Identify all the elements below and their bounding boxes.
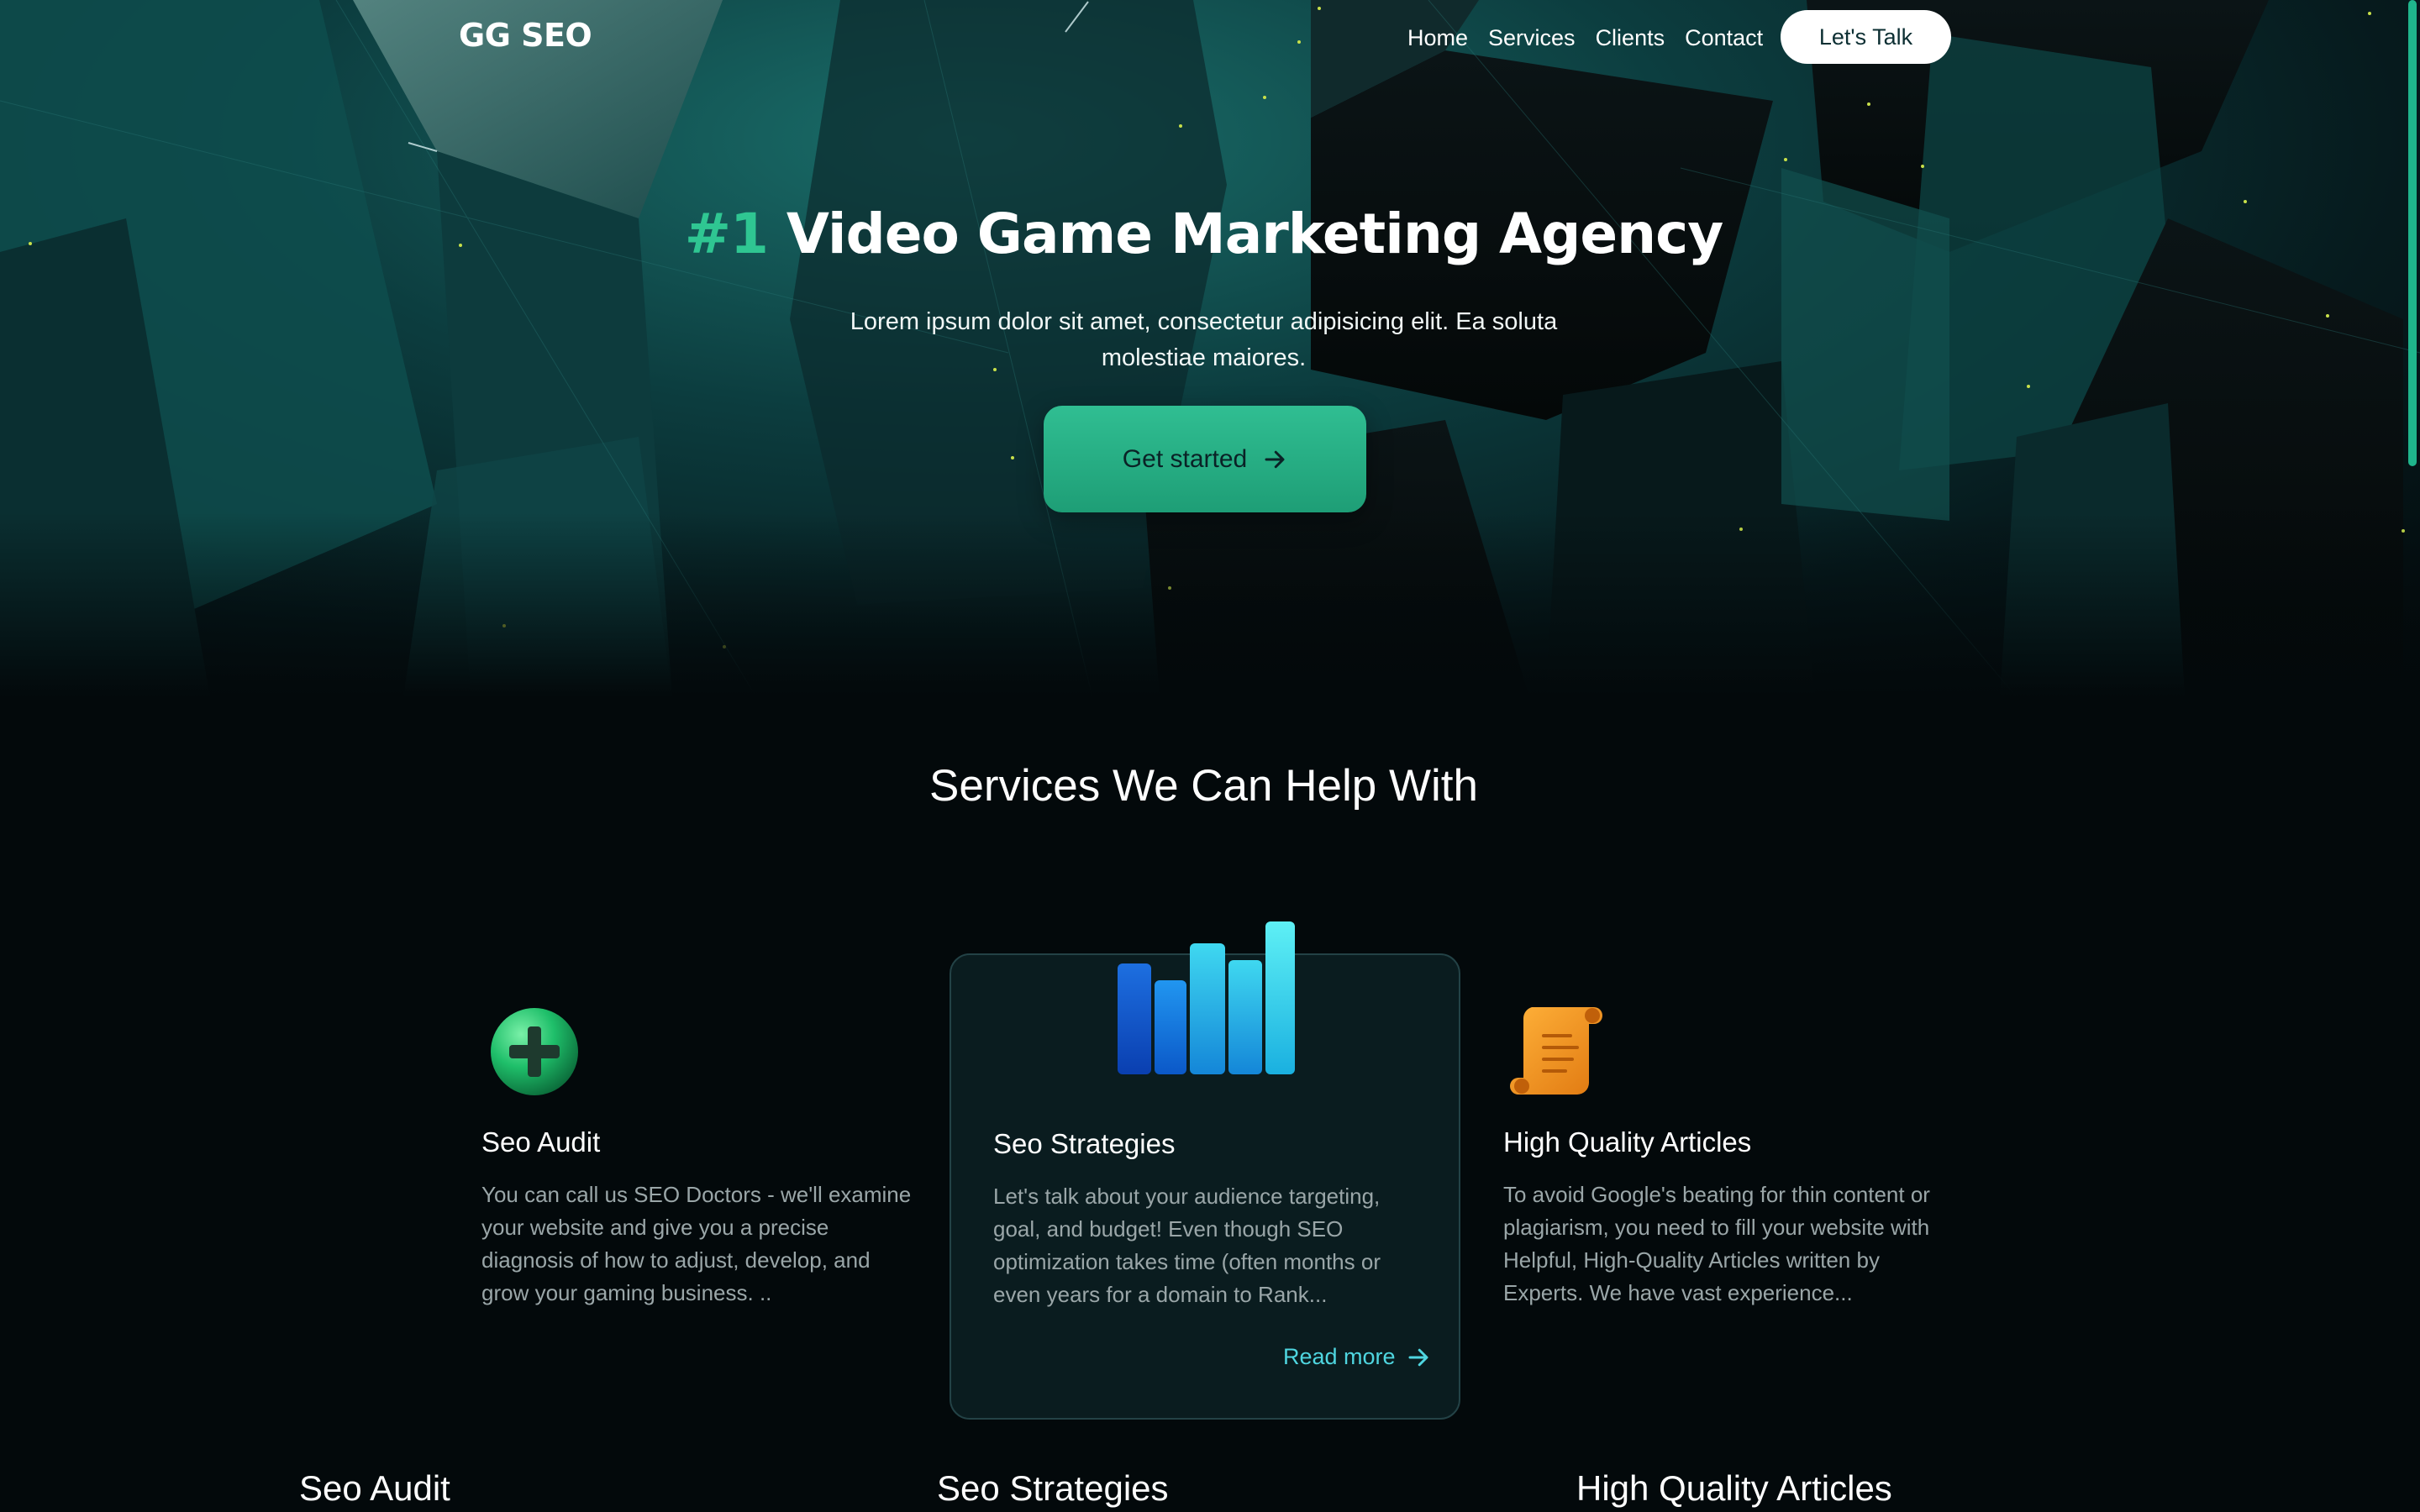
hero-section: GG SEO Home Services Clients Contact Let… xyxy=(0,0,2420,697)
service-title: High Quality Articles xyxy=(1503,1126,1752,1158)
hero-subtitle: Lorem ipsum dolor sit amet, consectetur … xyxy=(850,308,1558,371)
page-scrollbar[interactable] xyxy=(2408,0,2417,466)
section-heading-seo-audit: Seo Audit xyxy=(299,1468,450,1508)
services-section-title: Services We Can Help With xyxy=(929,761,1478,811)
nav-link-services[interactable]: Services xyxy=(1488,25,1576,51)
headline-text: Video Game Marketing Agency xyxy=(767,202,1723,266)
service-description: To avoid Google's beating for thin conte… xyxy=(1503,1182,1930,1305)
service-title: Seo Strategies xyxy=(993,1128,1176,1159)
get-started-label: Get started xyxy=(1122,444,1248,473)
section-heading-seo-strategies: Seo Strategies xyxy=(937,1468,1169,1508)
headline-accent: #1 xyxy=(684,202,769,266)
section-heading-high-quality-articles: High Quality Articles xyxy=(1576,1468,1892,1508)
service-title: Seo Audit xyxy=(481,1126,601,1158)
service-description: You can call us SEO Doctors - we'll exam… xyxy=(481,1182,912,1305)
arrow-right-icon xyxy=(1408,1348,1428,1366)
site-logo[interactable]: GG SEO xyxy=(459,17,592,54)
service-card-high-quality-articles[interactable]: High Quality Articles To avoid Google's … xyxy=(1503,953,1957,1420)
service-card-seo-audit[interactable]: Seo Audit You can call us SEO Doctors - … xyxy=(481,953,935,1420)
nav-link-home[interactable]: Home xyxy=(1407,25,1468,51)
hero-fade-overlay xyxy=(0,512,2420,697)
service-description: Let's talk about your audience targeting… xyxy=(993,1184,1381,1307)
plus-circle-icon xyxy=(491,1008,578,1095)
scroll-icon xyxy=(1510,1007,1602,1095)
main-nav: Home Services Clients Contact xyxy=(1407,25,1763,51)
read-more-link[interactable]: Read more xyxy=(1283,1344,1431,1370)
arrow-right-icon xyxy=(1265,450,1285,468)
lets-talk-button[interactable]: Let's Talk xyxy=(1781,10,1951,64)
get-started-button[interactable]: Get started xyxy=(1044,406,1366,512)
bar-chart-icon xyxy=(1118,921,1295,1074)
read-more-label: Read more xyxy=(1283,1344,1396,1369)
nav-link-contact[interactable]: Contact xyxy=(1685,25,1763,51)
service-card-seo-strategies[interactable]: Seo Strategies Let's talk about your aud… xyxy=(950,921,1460,1420)
nav-link-clients[interactable]: Clients xyxy=(1596,25,1665,51)
hero-headline: #1 Video Game Marketing Agency xyxy=(0,202,2407,266)
